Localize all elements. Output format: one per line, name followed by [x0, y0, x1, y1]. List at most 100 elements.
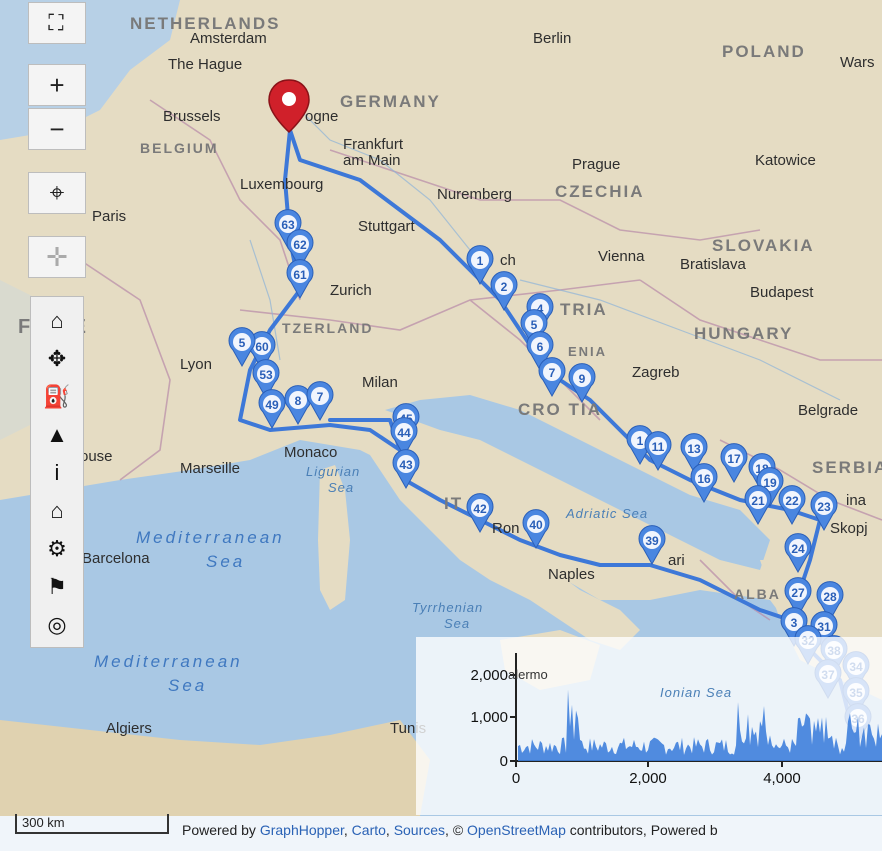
route-marker-label: 5 — [239, 336, 246, 350]
route-marker[interactable]: 2 — [490, 271, 518, 312]
map-view[interactable]: NETHERLANDS Amsterdam The Hague Berlin P… — [0, 0, 882, 851]
route-marker[interactable]: 16 — [690, 463, 718, 504]
resize-icon: ✥ — [47, 346, 67, 371]
y-tick-label: 2,000 — [470, 667, 508, 684]
poi-button-mountain[interactable]: ▲ — [31, 415, 83, 455]
route-marker-label: 3 — [791, 616, 798, 630]
elevation-chart: 2,000 1,000 00 2,000 4,000 — [470, 653, 882, 787]
route-marker[interactable]: 9 — [568, 363, 596, 404]
route-marker[interactable]: 61 — [286, 259, 314, 300]
route-marker-label: 53 — [259, 368, 273, 382]
route-marker-label: 63 — [281, 218, 295, 232]
route-marker[interactable]: 42 — [466, 493, 494, 534]
route-marker-label: 17 — [727, 452, 741, 466]
zoom-in-button[interactable]: + — [28, 64, 86, 106]
locate-button[interactable]: ⌖ — [28, 172, 86, 214]
attribution-prefix: Powered by — [182, 822, 260, 838]
route-marker-label: 22 — [785, 494, 799, 508]
attribution-sep-2: , — [385, 822, 394, 838]
route-marker[interactable]: 7 — [538, 357, 566, 398]
route-marker[interactable]: 23 — [810, 491, 838, 532]
binoculars-icon: ◎ — [47, 612, 67, 637]
route-marker-label: 1 — [637, 434, 644, 448]
route-marker[interactable]: 17 — [720, 443, 748, 484]
route-marker[interactable]: 1 — [466, 245, 494, 286]
x-tick-label: 2,000 — [629, 770, 667, 787]
label-palermo: alermo — [508, 667, 548, 682]
route-marker-label: 6 — [537, 340, 544, 354]
fuel-icon: ⛽ — [43, 384, 71, 409]
route-marker-label: 27 — [791, 586, 805, 600]
route-marker-label: 44 — [397, 426, 411, 440]
graphhopper-link[interactable]: GraphHopper — [260, 822, 344, 838]
home-icon: ⌂ — [50, 308, 64, 333]
route-marker-label: 2 — [501, 280, 508, 294]
route-marker-label: 9 — [579, 372, 586, 386]
route-marker[interactable]: 22 — [778, 485, 806, 526]
info-icon: i — [54, 460, 60, 485]
flag-icon: ⚑ — [47, 574, 67, 599]
route-marker-label: 11 — [652, 440, 665, 454]
y-tick-label: 1,000 — [470, 709, 508, 726]
poi-button-resize[interactable]: ✥ — [31, 339, 83, 379]
scale-label: 300 km — [22, 815, 65, 830]
route-marker-label: 16 — [697, 472, 711, 486]
route-marker-label: 8 — [295, 394, 302, 408]
zoom-out-button[interactable]: − — [28, 108, 86, 150]
route-marker-label: 40 — [529, 518, 543, 532]
attribution-sep-1: , — [343, 822, 352, 838]
attribution-sep-3: , © — [445, 822, 468, 838]
elevation-panel[interactable]: 2,000 1,000 0 0 2,000 4,000 alermo Ionian Sea — [416, 637, 882, 815]
carto-link[interactable]: Carto — [352, 822, 386, 838]
route-marker-label: 21 — [751, 494, 765, 508]
poi-toolbar: ⌂ ✥ ⛽ ▲ i ⌂ ⚙ ⚑ ◎ — [30, 296, 84, 648]
attribution-text: Powered by GraphHopper, Carto, Sources, … — [182, 822, 718, 838]
attribution-suffix: contributors, Powered b — [565, 822, 718, 838]
poi-button-flag[interactable]: ⚑ — [31, 567, 83, 607]
route-marker-label: 49 — [265, 398, 279, 412]
route-marker-label: 42 — [473, 502, 487, 516]
fullscreen-button[interactable]: ⛶ — [28, 2, 86, 44]
route-marker-label: 5 — [531, 318, 538, 332]
x-tick-label: 4,000 — [763, 770, 801, 787]
label-ionian: Ionian Sea — [660, 685, 733, 700]
museum-icon: ⌂ — [50, 498, 64, 523]
route-marker[interactable]: 7 — [306, 381, 334, 422]
poi-button-home[interactable]: ⌂ — [31, 301, 83, 341]
measure-button[interactable]: ✛ — [28, 236, 86, 278]
measure-icon: ✛ — [46, 241, 68, 272]
route-marker[interactable]: 21 — [744, 485, 772, 526]
route-marker-label: 61 — [293, 268, 307, 282]
sources-link[interactable]: Sources — [394, 822, 445, 838]
x-tick-label: 0 — [512, 770, 520, 787]
route-marker-label: 1 — [477, 254, 484, 268]
destination-pin-icon[interactable] — [266, 78, 312, 134]
route-marker-label: 60 — [255, 340, 269, 354]
route-marker[interactable]: 11 — [644, 431, 672, 472]
route-marker-label: 28 — [823, 590, 837, 604]
route-marker-label: 62 — [293, 238, 307, 252]
route-marker-label: 24 — [791, 542, 805, 556]
route-marker[interactable]: 5 — [228, 327, 256, 368]
fullscreen-icon: ⛶ — [48, 10, 66, 35]
route-marker-label: 7 — [549, 366, 556, 380]
route-marker[interactable]: 24 — [784, 533, 812, 574]
poi-button-info[interactable]: i — [31, 453, 83, 493]
crosshair-icon: ⌖ — [49, 177, 65, 207]
y-tick-label: 0 — [500, 753, 508, 770]
route-marker-label: 23 — [817, 500, 831, 514]
route-marker[interactable]: 39 — [638, 525, 666, 566]
mountain-icon: ▲ — [46, 422, 68, 447]
poi-button-binoculars[interactable]: ◎ — [31, 605, 83, 645]
poi-button-fuel[interactable]: ⛽ — [31, 377, 83, 417]
route-marker[interactable]: 40 — [522, 509, 550, 550]
route-marker-label: 7 — [317, 390, 324, 404]
poi-button-settings[interactable]: ⚙ — [31, 529, 83, 569]
route-marker[interactable]: 43 — [392, 449, 420, 490]
osm-link[interactable]: OpenStreetMap — [467, 822, 566, 838]
settings-icon: ⚙ — [47, 536, 67, 561]
elevation-profile — [518, 689, 882, 761]
route-marker-label: 13 — [687, 442, 701, 456]
poi-button-museum[interactable]: ⌂ — [31, 491, 83, 531]
route-marker[interactable]: 49 — [258, 389, 286, 430]
